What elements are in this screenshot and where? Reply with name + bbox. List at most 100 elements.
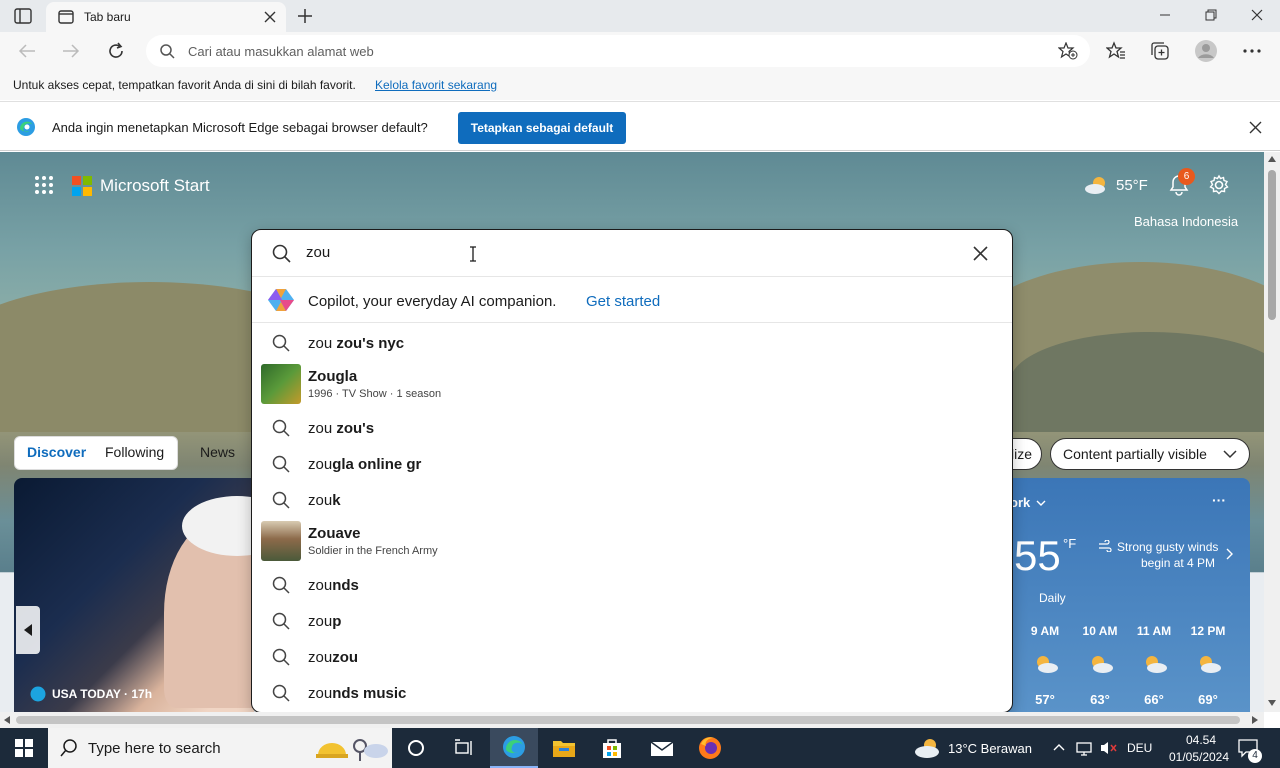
favorites-icon[interactable] <box>1106 41 1126 61</box>
more-options-icon[interactable] <box>1243 49 1261 53</box>
scroll-right-icon[interactable] <box>1252 716 1258 724</box>
network-icon[interactable] <box>1076 740 1092 756</box>
tab-following[interactable]: Following <box>105 444 164 460</box>
microsoft-logo-icon <box>72 176 92 196</box>
forward-icon[interactable] <box>62 43 80 59</box>
suggestion-completion: gla online gr <box>332 456 422 473</box>
address-bar[interactable]: Cari atau masukkan alamat web <box>146 35 1090 67</box>
daily-tab[interactable]: Daily <box>1028 586 1080 610</box>
close-infobar-icon[interactable] <box>1249 121 1262 134</box>
vertical-scrollbar[interactable] <box>1264 152 1280 712</box>
tab-news[interactable]: News <box>200 444 235 460</box>
search-icon <box>272 576 290 594</box>
volume-muted-icon[interactable] <box>1100 740 1118 756</box>
horizontal-scroll-thumb[interactable] <box>16 716 1240 724</box>
clock-date[interactable]: 01/05/2024 <box>1164 750 1234 764</box>
search-icon <box>272 491 290 509</box>
store-icon <box>603 739 621 758</box>
copilot-logo-icon <box>266 287 296 313</box>
suggestion-completion: nds <box>332 577 359 594</box>
set-default-button[interactable]: Tetapkan sebagai default <box>458 112 626 144</box>
clear-search-icon[interactable] <box>973 246 988 261</box>
address-placeholder: Cari atau masukkan alamat web <box>188 44 374 59</box>
tab-strip: Tab baru <box>0 0 1280 32</box>
search-highlight-icon[interactable] <box>314 733 390 763</box>
back-icon[interactable] <box>18 43 36 59</box>
tray-weather-icon[interactable] <box>914 737 942 759</box>
scroll-up-icon[interactable] <box>1268 156 1276 162</box>
weather-more-icon[interactable]: ··· <box>1212 492 1226 508</box>
search-icon <box>272 684 290 702</box>
apps-launcher-icon[interactable] <box>34 175 54 195</box>
minimize-button[interactable] <box>1142 0 1188 30</box>
taskbar-file-explorer[interactable] <box>540 728 588 768</box>
taskbar-firefox[interactable] <box>686 728 734 768</box>
content-visibility-dropdown[interactable]: Content partially visible <box>1050 438 1250 470</box>
weather-location[interactable]: ork <box>1010 495 1030 510</box>
search-suggestion[interactable]: zouk <box>252 482 1012 518</box>
tray-chevron-up-icon[interactable] <box>1053 743 1065 751</box>
manage-favorites-link[interactable]: Kelola favorit sekarang <box>375 78 497 92</box>
taskbar-search-box[interactable]: Type here to search <box>48 728 392 768</box>
tab-actions-icon[interactable] <box>14 8 32 24</box>
windows-taskbar: Type here to search 13°C Berawan DEU 04.… <box>0 728 1280 768</box>
tab-new-tab[interactable]: Tab baru <box>46 2 286 32</box>
restore-button[interactable] <box>1188 0 1234 30</box>
default-browser-infobar: Anda ingin menetapkan Microsoft Edge seb… <box>0 101 1280 151</box>
search-suggestion-entity[interactable]: Zouave Soldier in the French Army <box>252 521 1012 563</box>
search-suggestion[interactable]: zounds <box>252 567 1012 603</box>
chevron-right-icon[interactable] <box>1226 548 1234 560</box>
copilot-get-started-link[interactable]: Get started <box>586 293 660 310</box>
brand[interactable]: Microsoft Start <box>72 176 210 196</box>
header-temperature[interactable]: 55°F <box>1116 177 1148 194</box>
task-view-button[interactable] <box>392 728 440 768</box>
vertical-scroll-thumb[interactable] <box>1268 170 1276 320</box>
profile-avatar[interactable] <box>1194 39 1218 63</box>
tab-discover[interactable]: Discover <box>27 444 86 460</box>
tray-weather-text[interactable]: 13°C Berawan <box>948 741 1032 756</box>
search-input[interactable] <box>306 244 906 261</box>
scroll-left-icon[interactable] <box>4 716 10 724</box>
search-suggestion[interactable]: zounds music <box>252 675 1012 711</box>
search-suggestion[interactable]: zoup <box>252 603 1012 639</box>
daily-tab-label: Daily <box>1039 591 1066 605</box>
close-window-button[interactable] <box>1234 0 1280 30</box>
search-icon <box>272 612 290 630</box>
hero-source-label: USA TODAY · 17h <box>52 687 153 701</box>
input-language[interactable]: DEU <box>1127 741 1152 755</box>
partly-cloudy-icon <box>1142 654 1168 674</box>
suggestion-text: zougla online gr <box>308 456 421 473</box>
weather-card[interactable]: ork ··· 55 °F Strong gusty winds begin a… <box>1000 478 1250 712</box>
language-selector[interactable]: Bahasa Indonesia <box>1134 214 1238 229</box>
background-hill <box>1010 332 1264 432</box>
copilot-suggestion[interactable]: Copilot, your everyday AI companion. Get… <box>252 277 1012 323</box>
weather-cloud-icon[interactable] <box>1083 175 1111 195</box>
settings-gear-icon[interactable] <box>1208 174 1230 196</box>
clock-time[interactable]: 04.54 <box>1176 733 1226 747</box>
new-tab-button[interactable] <box>296 7 314 25</box>
search-suggestion[interactable]: zouzou <box>252 639 1012 675</box>
weather-temp: 55 <box>1014 532 1061 579</box>
add-favorite-icon[interactable] <box>1058 42 1078 60</box>
horizontal-scrollbar[interactable] <box>0 712 1264 728</box>
task-view-icon[interactable] <box>440 728 488 768</box>
refresh-icon[interactable] <box>106 41 126 61</box>
start-button[interactable] <box>0 728 48 768</box>
search-suggestion-entity[interactable]: Zougla 1996 · TV Show · 1 season <box>252 364 1012 406</box>
taskbar-edge[interactable] <box>490 728 538 768</box>
search-suggestion[interactable]: zougla online gr <box>252 446 1012 482</box>
collections-icon[interactable] <box>1150 41 1170 61</box>
scroll-down-icon[interactable] <box>1268 700 1276 706</box>
entity-title: Zougla <box>308 368 358 385</box>
search-suggestion[interactable]: zou zou's <box>252 410 1012 446</box>
search-suggestion[interactable]: zou zou's nyc <box>252 325 1012 361</box>
taskbar-mail[interactable] <box>638 728 686 768</box>
carousel-prev-button[interactable] <box>16 606 40 654</box>
suggestion-prefix: zou <box>308 456 333 473</box>
taskbar-store[interactable] <box>588 728 636 768</box>
suggestion-text: zou zou's <box>308 420 374 437</box>
hero-news-card[interactable]: USA TODAY · 17h <box>14 478 254 712</box>
partly-cloudy-icon <box>1033 654 1059 674</box>
suggestion-completion: zou's nyc <box>336 335 405 352</box>
close-tab-icon[interactable] <box>264 11 276 23</box>
